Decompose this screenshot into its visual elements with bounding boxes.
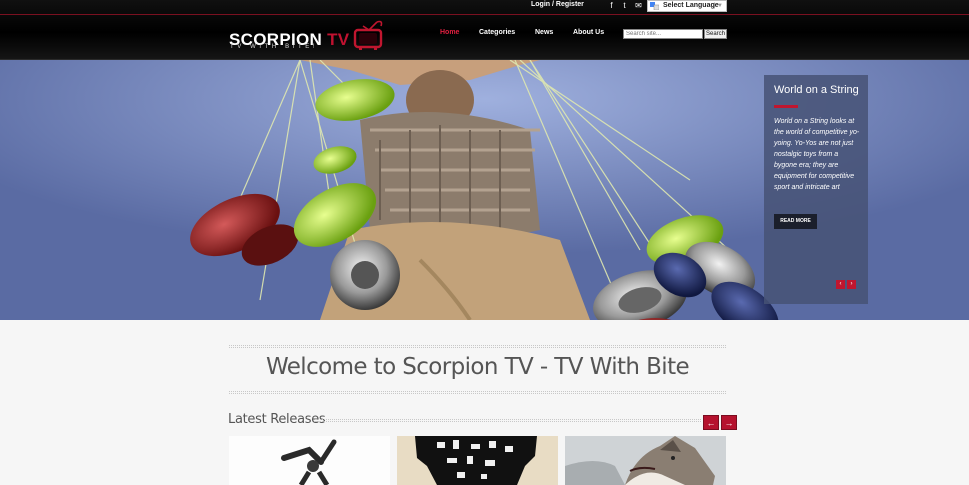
slide-caption-title: World on a String xyxy=(774,84,859,96)
slide-next-button[interactable]: › xyxy=(847,280,856,289)
thumbnail-image xyxy=(229,436,390,485)
release-thumbnail-2[interactable] xyxy=(397,436,558,485)
hero-slider: World on a String World on a String look… xyxy=(0,60,969,320)
site-header: Login / Register f t ✉ Select Language |… xyxy=(0,0,969,60)
email-icon[interactable]: ✉ xyxy=(633,0,644,11)
google-translate-icon xyxy=(650,2,659,10)
search-input[interactable] xyxy=(623,29,703,39)
releases-prev-button[interactable]: ← xyxy=(703,415,719,430)
site-logo[interactable]: SCORPION TV TV WITH BITE! xyxy=(229,20,389,56)
slide-caption: World on a String World on a String look… xyxy=(764,75,868,304)
dotted-divider xyxy=(229,391,726,394)
page-title: Welcome to Scorpion TV - TV With Bite xyxy=(265,354,690,380)
nav-news[interactable]: News xyxy=(535,29,553,36)
thumbnail-image xyxy=(565,436,726,485)
slide-caption-divider xyxy=(774,105,798,108)
main-content: Welcome to Scorpion TV - TV With Bite La… xyxy=(0,320,969,485)
television-logo-icon xyxy=(353,20,383,50)
release-thumbnail-3[interactable] xyxy=(565,436,726,485)
chevron-down-icon: | ▼ xyxy=(713,3,723,9)
twitter-icon[interactable]: t xyxy=(619,0,630,11)
nav-about-us[interactable]: About Us xyxy=(573,29,604,36)
header-divider xyxy=(0,14,969,15)
language-selector[interactable]: Select Language | ▼ xyxy=(647,0,727,12)
logo-tagline: TV WITH BITE! xyxy=(230,44,319,50)
slide-caption-text: World on a String looks at the world of … xyxy=(774,118,860,191)
latest-releases-heading: Latest Releases xyxy=(228,412,326,427)
slide-prev-button[interactable]: ‹ xyxy=(836,280,845,289)
release-thumbnail-1[interactable] xyxy=(229,436,390,485)
language-selector-label: Select Language xyxy=(663,2,719,9)
logo-title-accent: TV xyxy=(327,30,350,49)
login-register-link[interactable]: Login / Register xyxy=(531,1,584,8)
nav-categories[interactable]: Categories xyxy=(479,29,515,36)
releases-next-button[interactable]: → xyxy=(721,415,737,430)
facebook-icon[interactable]: f xyxy=(606,0,617,11)
dotted-divider xyxy=(315,419,701,422)
search-button[interactable]: Search xyxy=(704,29,727,39)
thumbnail-image xyxy=(397,436,558,485)
nav-home[interactable]: Home xyxy=(440,29,459,36)
dotted-divider xyxy=(229,345,726,348)
read-more-button[interactable]: READ MORE xyxy=(774,214,817,229)
